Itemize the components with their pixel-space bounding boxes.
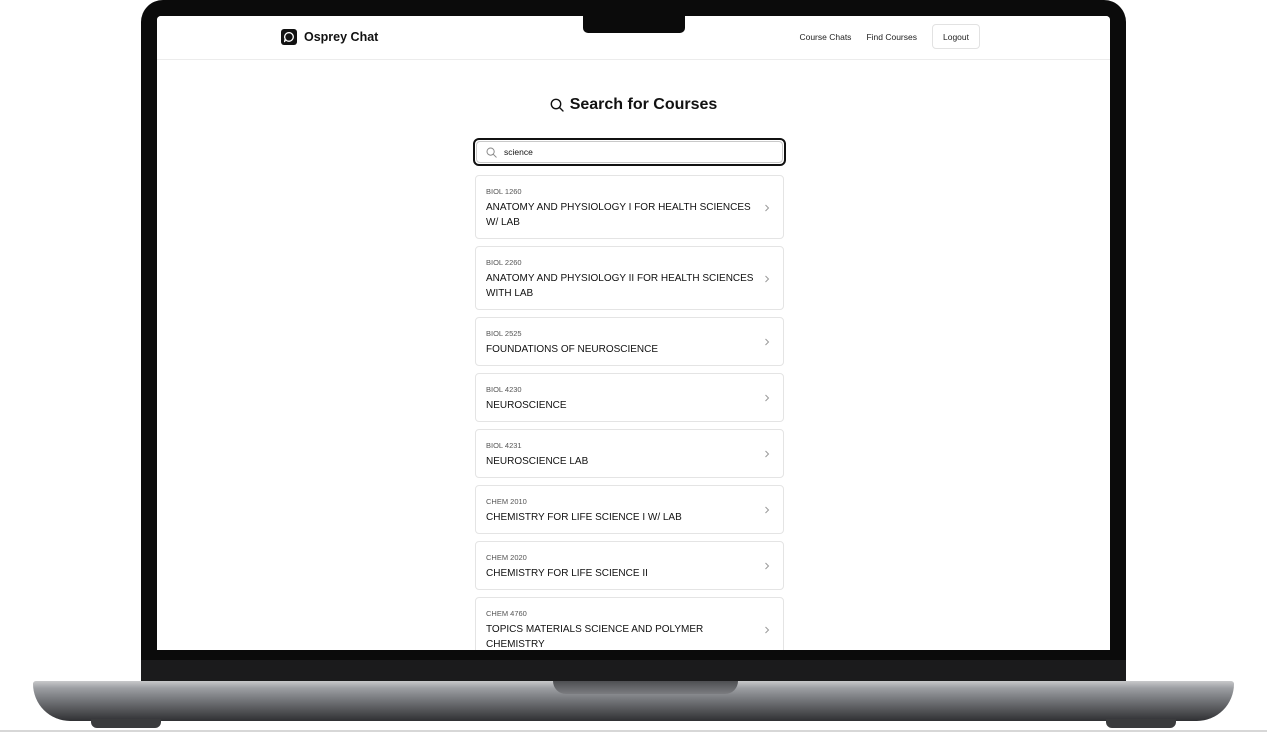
course-result-card[interactable]: BIOL 4230 NEUROSCIENCE [475,373,784,422]
course-code: CHEM 2020 [486,553,527,562]
page-heading: Search for Courses [157,96,1110,114]
app-name: Osprey Chat [304,30,379,44]
course-result-card[interactable]: BIOL 4231 NEUROSCIENCE LAB [475,429,784,478]
course-result-card[interactable]: BIOL 1260 ANATOMY AND PHYSIOLOGY I FOR H… [475,175,784,239]
course-result-card[interactable]: CHEM 4760 TOPICS MATERIALS SCIENCE AND P… [475,597,784,650]
nav-find-courses[interactable]: Find Courses [866,32,917,42]
course-code: BIOL 4231 [486,441,522,450]
course-title: FOUNDATIONS OF NEUROSCIENCE [486,344,659,355]
camera-notch [583,14,685,33]
floor-line [0,730,1267,732]
search-input-icon [486,147,497,158]
course-search-input[interactable] [504,144,764,160]
course-code: BIOL 1260 [486,187,522,196]
course-code: BIOL 2260 [486,258,522,267]
logout-button[interactable]: Logout [932,24,980,49]
course-title: CHEMISTRY FOR LIFE SCIENCE I W/ LAB [486,512,682,523]
course-title: CHEMISTRY FOR LIFE SCIENCE II [486,568,648,579]
chevron-right-icon [765,626,770,634]
chevron-right-icon [765,204,770,212]
laptop-foot-right [1106,719,1176,728]
course-title: ANATOMY AND PHYSIOLOGY I FOR HEALTH SCIE… [486,202,751,228]
course-result-card[interactable]: CHEM 2010 CHEMISTRY FOR LIFE SCIENCE I W… [475,485,784,534]
laptop-foot-left [91,719,161,728]
course-search-box[interactable] [473,138,786,166]
laptop-lid-groove [553,681,738,694]
chevron-right-icon [765,450,770,458]
course-title: ANATOMY AND PHYSIOLOGY II FOR HEALTH SCI… [486,273,754,299]
page-title: Search for Courses [569,96,718,113]
course-code: BIOL 4230 [486,385,522,394]
course-code: CHEM 2010 [486,497,527,506]
course-title: NEUROSCIENCE [486,400,567,411]
course-code: BIOL 2525 [486,329,522,338]
app-screen: Osprey Chat Course Chats Find Courses Lo… [157,16,1110,650]
course-title: NEUROSCIENCE LAB [486,456,589,467]
course-result-card[interactable]: CHEM 2020 CHEMISTRY FOR LIFE SCIENCE II [475,541,784,590]
nav-course-chats[interactable]: Course Chats [799,32,851,42]
course-code: CHEM 4760 [486,609,527,618]
chevron-right-icon [765,506,770,514]
chevron-right-icon [765,275,770,283]
chevron-right-icon [765,338,770,346]
course-result-card[interactable]: BIOL 2525 FOUNDATIONS OF NEUROSCIENCE [475,317,784,366]
course-result-card[interactable]: BIOL 2260 ANATOMY AND PHYSIOLOGY II FOR … [475,246,784,310]
chevron-right-icon [765,394,770,402]
search-icon [550,98,564,112]
course-title: TOPICS MATERIALS SCIENCE AND POLYMER CHE… [486,624,704,650]
chat-bubble-logo-icon [281,29,297,45]
chevron-right-icon [765,562,770,570]
nav-links: Course Chats Find Courses Logout [799,24,980,49]
brand[interactable]: Osprey Chat [281,29,378,45]
